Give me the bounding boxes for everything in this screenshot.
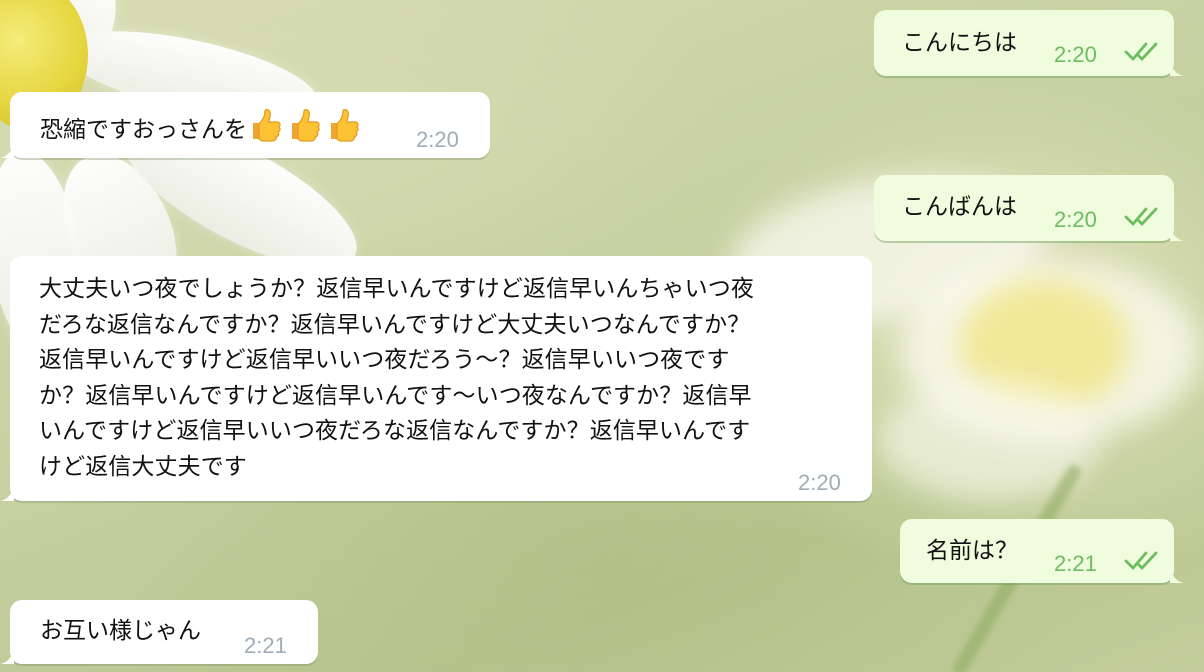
message-incoming[interactable]: 大丈夫いつ夜でしょうか？返信早いんですけど返信早いんちゃいつ夜 だろな返信なんで… [0,256,872,501]
message-line: か？返信早いんですけど返信早いんです〜いつ夜なんですか？返信早 [39,382,752,409]
thumbs-up-emoji [325,107,361,143]
double-check-icon [1124,207,1158,227]
message-time: 2:21 [244,633,287,658]
double-check-icon [1124,551,1158,571]
message-text: 名前は？ [926,538,1018,564]
message-text: こんばんは [902,194,1017,220]
message-outgoing[interactable]: 名前は？ 2:21 [900,519,1184,583]
double-check-icon [1124,42,1158,62]
thumbs-up-emoji [247,107,283,143]
message-time: 2:20 [798,470,841,495]
bubble-tail [0,483,14,501]
message-text: お互い様じゃん [40,618,201,644]
message-time: 2:20 [1054,207,1097,232]
message-incoming[interactable]: お互い様じゃん 2:21 [0,600,318,664]
message-time: 2:20 [416,127,459,152]
message-text: 恐縮ですおっさんを [40,107,364,148]
message-text: 大丈夫いつ夜でしょうか？返信早いんですけど返信早いんちゃいつ夜 だろな返信なんで… [39,272,754,485]
message-line: いんですけど返信早いいつ夜だろな返信なんですか？返信早いんです [39,418,751,444]
bubble-tail [0,646,14,664]
message-outgoing[interactable]: こんにちは 2:20 [874,10,1184,76]
bubble-tail [0,140,14,158]
message-text: こんにちは [902,30,1017,56]
bubble-tail [1170,565,1184,583]
message-line: 大丈夫いつ夜でしょうか？返信早いんですけど返信早いんちゃいつ夜 [39,276,754,302]
message-outgoing[interactable]: こんばんは 2:20 [874,175,1184,241]
thumbs-up-emoji [286,107,322,143]
bubble-tail [1170,223,1184,241]
message-time: 2:21 [1054,551,1097,576]
bubble-tail [1170,58,1184,76]
message-time: 2:20 [1054,42,1097,67]
message-line: けど返信大丈夫です [39,453,247,480]
message-line: 返信早いんですけど返信早いいつ夜だろう〜？返信早いいつ夜です [39,347,730,373]
message-line: だろな返信なんですか？返信早いんですけど大丈夫いつなんですか？ [39,311,751,338]
message-incoming[interactable]: 恐縮ですおっさんを 2:20 [0,92,490,158]
